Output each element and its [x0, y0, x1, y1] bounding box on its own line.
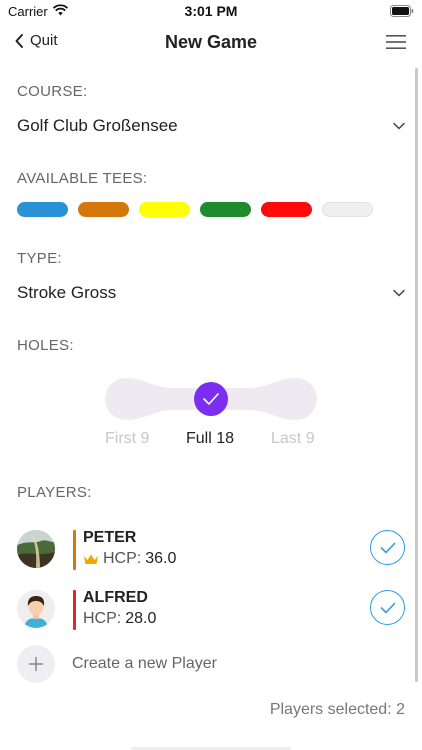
create-player-button[interactable]: Create a new Player [17, 645, 317, 683]
chevron-down-icon [393, 122, 405, 130]
holes-label: HOLES: [17, 337, 74, 354]
course-select[interactable]: Golf Club Großensee [17, 113, 405, 139]
tee-list [17, 202, 373, 217]
tee-color-indicator [73, 530, 76, 570]
tee-color-indicator [73, 590, 76, 630]
player-select-toggle[interactable] [370, 530, 405, 565]
type-value: Stroke Gross [17, 283, 117, 302]
hcp-value: 28.0 [125, 610, 157, 627]
holes-option-last-9[interactable]: Last 9 [271, 430, 315, 448]
hcp-label: HCP: [103, 550, 142, 567]
check-icon [380, 542, 395, 553]
hcp-value: 36.0 [145, 550, 177, 567]
player-select-toggle[interactable] [370, 590, 405, 625]
add-player-circle [17, 645, 55, 683]
type-label: TYPE: [17, 250, 62, 267]
player-name: PETER [83, 529, 137, 546]
tee-swatch-6[interactable] [322, 202, 373, 217]
holes-option-first-9[interactable]: First 9 [105, 430, 149, 448]
tee-swatch-1[interactable] [17, 202, 68, 217]
tee-swatch-4[interactable] [200, 202, 251, 217]
crown-icon [84, 554, 98, 564]
check-icon [380, 602, 395, 613]
status-bar: Carrier 3:01 PM [0, 0, 422, 24]
players-label: PLAYERS: [17, 484, 92, 501]
course-value: Golf Club Großensee [17, 116, 178, 135]
navigation-bar: Quit New Game [0, 24, 422, 64]
player-name: ALFRED [83, 589, 148, 606]
type-select[interactable]: Stroke Gross [17, 280, 405, 306]
tee-swatch-3[interactable] [139, 202, 190, 217]
holes-selector[interactable] [105, 378, 317, 420]
tees-label: AVAILABLE TEES: [17, 170, 148, 187]
course-label: COURSE: [17, 83, 88, 100]
holes-track-shape [105, 378, 317, 420]
holes-option-full-18[interactable]: Full 18 [186, 430, 234, 448]
player-row-alfred[interactable]: ALFRED HCP: 28.0 [17, 589, 405, 634]
create-player-label: Create a new Player [72, 655, 217, 672]
plus-icon [29, 657, 43, 671]
holes-options: First 9 Full 18 Last 9 [90, 430, 332, 452]
player-hcp: HCP: 36.0 [83, 550, 176, 568]
players-selected-count: Players selected: 2 [269, 701, 405, 718]
holes-selected-knob[interactable] [194, 382, 228, 416]
player-row-peter[interactable]: PETER HCP: 36.0 [17, 529, 405, 574]
hamburger-icon [386, 35, 406, 49]
avatar [17, 590, 55, 628]
tee-swatch-5[interactable] [261, 202, 312, 217]
tee-swatch-2[interactable] [78, 202, 129, 217]
battery-icon [390, 5, 414, 17]
player-hcp: HCP: 28.0 [83, 610, 156, 628]
page-title: New Game [164, 32, 258, 52]
scrollbar[interactable] [415, 68, 418, 682]
menu-button[interactable] [386, 34, 406, 55]
clock: 3:01 PM [184, 3, 238, 19]
hcp-label: HCP: [83, 610, 122, 627]
avatar [17, 530, 55, 568]
chevron-down-icon [393, 289, 405, 297]
